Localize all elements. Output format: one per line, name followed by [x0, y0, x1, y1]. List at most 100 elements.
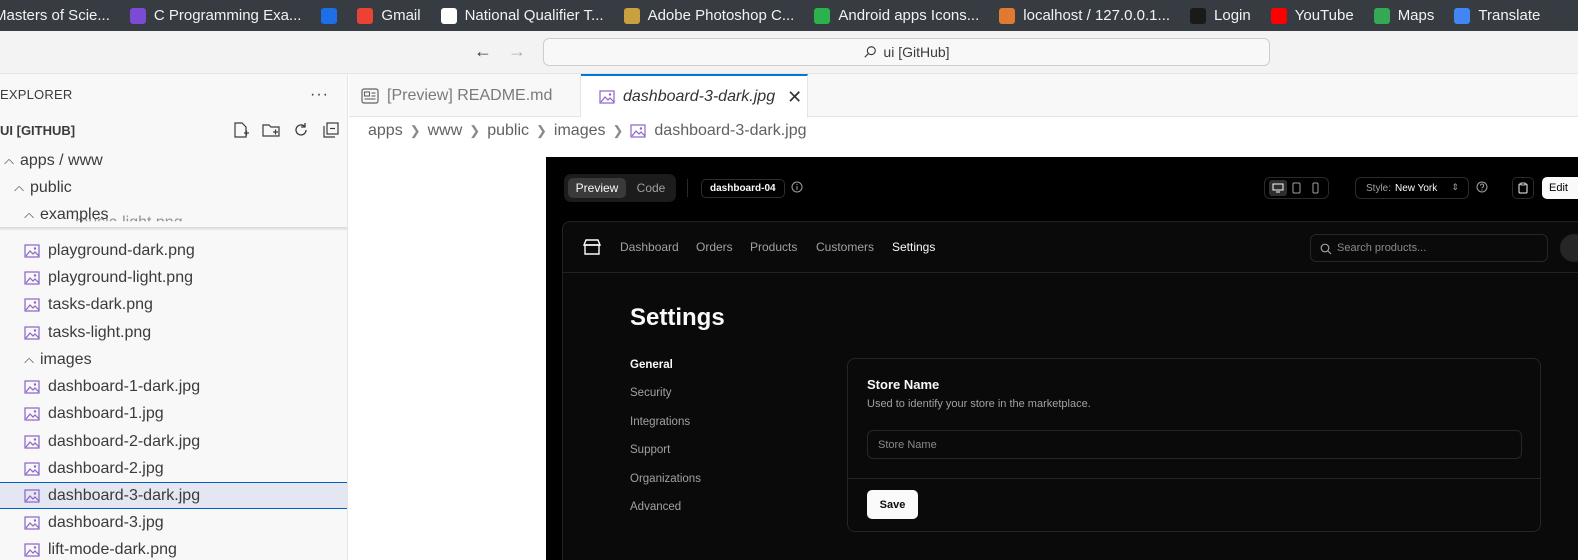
nav-link-products[interactable]: Products: [750, 240, 797, 254]
editor-tabs: [Preview] README.md dashboard-3-dark.jpg…: [349, 74, 1578, 118]
bookmark-item[interactable]: Gmail: [357, 7, 421, 24]
store-name-card: Store Name Used to identify your store i…: [847, 358, 1541, 532]
file-item[interactable]: dashboard-2-dark.jpg: [0, 428, 347, 455]
search-placeholder: Search products...: [1337, 242, 1427, 254]
breadcrumb-item[interactable]: images: [554, 122, 606, 140]
chevron-down-icon: ⌵: [4, 155, 14, 171]
back-arrow-icon[interactable]: ←: [474, 41, 492, 62]
avatar[interactable]: [1560, 234, 1578, 262]
nav-link-orders[interactable]: Orders: [696, 240, 733, 254]
page-title: Settings: [630, 304, 725, 331]
edit-button[interactable]: Edit: [1542, 177, 1578, 199]
tree-item-label: tasks-dark.png: [48, 295, 153, 313]
code-toggle-button[interactable]: Code: [630, 178, 672, 198]
refresh-icon[interactable]: [292, 121, 310, 139]
phpmyadmin-icon: [999, 7, 1016, 24]
file-item[interactable]: dashboard-1-dark.jpg: [0, 373, 347, 400]
tree-item-label: dashboard-1.jpg: [48, 404, 164, 422]
image-preview: Preview Code dashboard-04 Style: New Yor…: [546, 157, 1578, 560]
image-file-icon: [630, 124, 646, 138]
tablet-icon[interactable]: [1288, 180, 1306, 196]
toolbar-divider: [687, 179, 688, 197]
nav-link-customers[interactable]: Customers: [816, 240, 874, 254]
bookmark-item[interactable]: Adobe Photoshop C...: [623, 7, 794, 24]
gmail-icon: [357, 7, 374, 24]
folder-item[interactable]: ⌵ images: [0, 346, 347, 373]
bookmark-label: Gmail: [381, 7, 421, 24]
bookmark-item[interactable]: National Qualifier T...: [440, 7, 604, 24]
bookmark-item[interactable]: localhost / 127.0.0.1...: [999, 7, 1170, 24]
breadcrumb-item[interactable]: www: [428, 122, 463, 140]
collapse-all-icon[interactable]: [322, 121, 340, 139]
nav-link-dashboard[interactable]: Dashboard: [620, 240, 679, 254]
settings-nav-advanced[interactable]: Advanced: [630, 501, 681, 513]
new-file-icon[interactable]: [232, 121, 250, 139]
file-item[interactable]: dashboard-3-dark.jpg: [0, 482, 347, 509]
file-item[interactable]: tasks-dark.png: [0, 291, 347, 318]
store-name-input[interactable]: Store Name: [867, 430, 1522, 459]
settings-nav-organizations[interactable]: Organizations: [630, 473, 701, 485]
image-file-icon: [599, 90, 615, 104]
breadcrumb-item[interactable]: public: [487, 122, 529, 140]
bookmark-item[interactable]: [321, 7, 338, 24]
command-center-text: ui [GitHub]: [883, 44, 950, 60]
command-center[interactable]: ui [GitHub]: [543, 38, 1270, 66]
image-file-icon: [24, 542, 40, 557]
settings-nav-support[interactable]: Support: [630, 444, 670, 456]
chevron-down-icon: ⌵: [24, 354, 34, 370]
bookmark-item[interactable]: Masters of Scie...: [0, 7, 110, 24]
folder-item[interactable]: ⌵ public: [0, 174, 347, 201]
settings-nav-security[interactable]: Security: [630, 387, 672, 399]
style-value: New York: [1395, 182, 1438, 194]
bookmark-item[interactable]: Translate: [1454, 7, 1540, 24]
bookmark-item[interactable]: Maps: [1373, 7, 1434, 24]
file-item[interactable]: lift-mode-dark.png: [0, 536, 347, 560]
file-item[interactable]: dashboard-1.jpg: [0, 400, 347, 427]
breadcrumb-item[interactable]: dashboard-3-dark.jpg: [654, 122, 806, 140]
chevron-up-down-icon: ⇕: [1451, 182, 1459, 192]
file-item[interactable]: tasks-light.png: [0, 319, 347, 346]
image-file-icon: [24, 243, 40, 258]
file-item[interactable]: playground-dark.png: [0, 237, 347, 264]
close-icon[interactable]: ✕: [787, 87, 802, 108]
folder-item[interactable]: ⌵ apps / www: [0, 147, 347, 174]
bookmark-item[interactable]: Android apps Icons...: [814, 7, 979, 24]
bookmark-label: YouTube: [1294, 7, 1354, 24]
card-divider: [848, 478, 1540, 479]
preview-toggle-button[interactable]: Preview: [568, 178, 626, 198]
store-logo-icon[interactable]: [583, 239, 601, 256]
workspace-root[interactable]: UI [GITHUB]: [0, 123, 75, 138]
help-icon[interactable]: [1476, 181, 1488, 193]
settings-nav-general[interactable]: General: [630, 359, 673, 371]
style-select[interactable]: Style: New York ⇕: [1355, 177, 1469, 199]
file-item[interactable]: dashboard-3.jpg: [0, 509, 347, 536]
tree-item-label: public: [30, 178, 72, 196]
breadcrumb-item[interactable]: apps: [368, 122, 403, 140]
chevron-right-icon: ❯: [469, 123, 481, 138]
file-item[interactable]: playground-light.png: [0, 264, 347, 291]
youtube-icon: [1270, 7, 1287, 24]
folder-item[interactable]: ⌵ examples: [0, 201, 347, 228]
tab-dashboard-3-dark[interactable]: dashboard-3-dark.jpg ✕: [581, 74, 808, 118]
desktop-icon[interactable]: [1268, 180, 1287, 196]
mobile-icon[interactable]: [1307, 180, 1325, 196]
nav-link-settings[interactable]: Settings: [892, 240, 935, 254]
save-button[interactable]: Save: [867, 490, 918, 519]
file-item[interactable]: dashboard-2.jpg: [0, 455, 347, 482]
tab-label: dashboard-3-dark.jpg: [623, 88, 776, 105]
search-products-input[interactable]: Search products...: [1310, 234, 1548, 262]
tab-readme-preview[interactable]: [Preview] README.md: [349, 74, 581, 117]
forward-arrow-icon[interactable]: →: [508, 41, 526, 62]
more-actions-icon[interactable]: ···: [310, 86, 329, 104]
bookmark-item[interactable]: C Programming Exa...: [129, 7, 301, 24]
clipboard-button[interactable]: [1512, 177, 1534, 199]
maps-icon: [1373, 7, 1390, 24]
info-icon[interactable]: [791, 181, 803, 193]
bookmark-label: Masters of Scie...: [0, 7, 110, 24]
bookmark-item[interactable]: Login: [1190, 7, 1251, 24]
settings-nav-integrations[interactable]: Integrations: [630, 416, 690, 428]
tree-item-label: lift-mode-dark.png: [48, 540, 177, 558]
bookmark-item[interactable]: YouTube: [1270, 7, 1354, 24]
new-folder-icon[interactable]: [262, 121, 280, 139]
tab-label: [Preview] README.md: [387, 86, 553, 104]
